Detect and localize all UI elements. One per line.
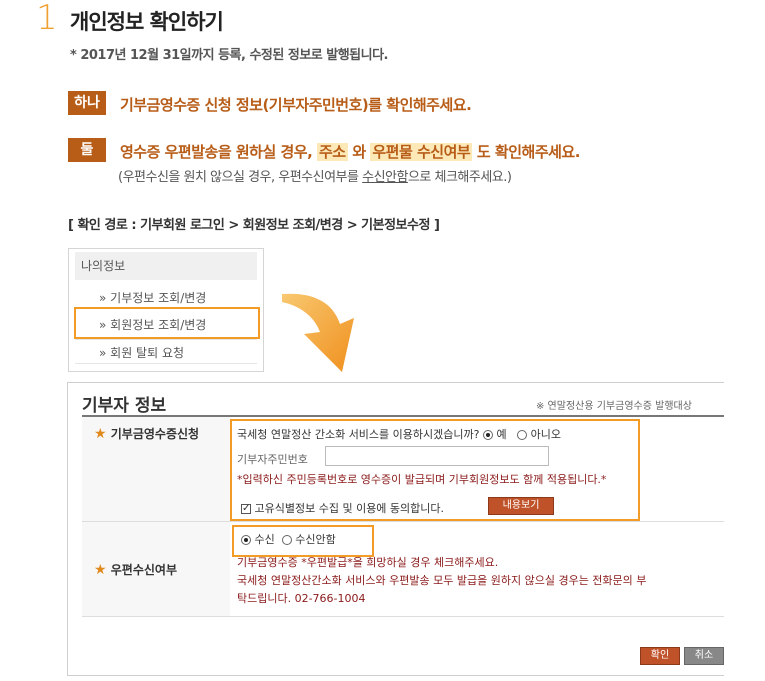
mail-info-1: 기부금영수증 *우편발급*을 희망하실 경우 체크해주세요. (237, 556, 499, 569)
radio-yes-label: 예 (496, 428, 507, 441)
menu-divider (75, 339, 257, 340)
menu-divider (75, 363, 257, 364)
menu-item-withdraw[interactable]: » 회원 탈퇴 요청 (99, 344, 184, 361)
radio-yes[interactable] (482, 430, 493, 440)
donor-info-panel: 기부자 정보 ※ 연말정산용 기부금영수증 발행대상 ★ 기부금영수증신청 국세… (67, 382, 724, 676)
badge-two: 둘 (68, 138, 106, 162)
mail-radio-row: 수신 수신안함 (241, 531, 336, 547)
mail-info-3: 탁드립니다. 02-766-1004 (237, 592, 366, 605)
row-divider (82, 616, 724, 617)
row-label-mail: ★ 우편수신여부 (94, 561, 177, 578)
step-number: 1 (36, 0, 58, 38)
cancel-button[interactable]: 취소 (684, 647, 724, 665)
consent-label: 고유식별정보 수집 및 이용에 동의합니다. (254, 502, 445, 515)
my-info-menu-head: 나의정보 (75, 252, 257, 280)
instruction-two: 영수증 우편발송을 원하실 경우, 주소 와 우편물 수신여부 도 확인해주세요… (120, 141, 580, 162)
nts-question: 국세청 연말정산 간소화 서비스를 이용하시겠습니까? 예 아니오 (237, 426, 561, 442)
confirm-path: [ 확인 경로 : 기부회원 로그인 > 회원정보 조회/변경 > 기본정보수정… (68, 218, 440, 233)
instruction-two-sub-b: 으로 체크해주세요.) (407, 170, 512, 185)
id-field-label: 기부자주민번호 (237, 453, 308, 466)
view-content-button[interactable]: 내용보기 (488, 497, 554, 515)
badge-one: 하나 (68, 91, 106, 115)
notice-text: * 2017년 12월 31일까지 등록, 수정된 정보로 발행됩니다. (70, 48, 389, 63)
radio-receive[interactable] (241, 535, 251, 545)
row-label-receipt-text: 기부금영수증신청 (110, 427, 200, 441)
required-star-icon: ★ (94, 426, 107, 442)
required-star-icon: ★ (94, 562, 107, 578)
id-number-input[interactable] (325, 446, 549, 466)
radio-no-label: 아니오 (530, 428, 561, 441)
radio-receive-label: 수신 (254, 533, 275, 546)
instruction-two-part-a: 영수증 우편발송을 원하실 경우, (120, 143, 317, 161)
highlight-address: 주소 (317, 143, 348, 161)
instruction-two-part-c: 도 확인해주세요. (472, 143, 581, 161)
panel-title: 기부자 정보 (82, 396, 167, 416)
radio-no-receive-label: 수신안함 (295, 533, 336, 546)
instruction-one: 기부금영수증 신청 정보(기부자주민번호)를 확인해주세요. (120, 96, 472, 114)
my-info-menu: 나의정보 » 기부정보 조회/변경 » 회원정보 조회/변경 » 회원 탈퇴 요… (68, 248, 264, 372)
page-title: 개인정보 확인하기 (70, 10, 224, 34)
instruction-two-sub-a: (우편수신을 원치 않으실 경우, 우편수신여부를 (118, 170, 363, 185)
highlight-mail-receipt: 우편물 수신여부 (370, 143, 473, 161)
row-label-receipt: ★ 기부금영수증신청 (94, 425, 199, 442)
consent-row: ✓ 고유식별정보 수집 및 이용에 동의합니다. (241, 500, 444, 516)
radio-no[interactable] (517, 430, 528, 440)
down-arrow-icon (282, 293, 354, 372)
row-label-mail-text: 우편수신여부 (110, 563, 177, 577)
mail-info-2: 국세청 연말정산간소화 서비스와 우편발송 모두 발급을 원하지 않으실 경우는… (237, 574, 647, 587)
menu-item-member-info[interactable]: » 회원정보 조회/변경 (99, 316, 206, 333)
instruction-two-part-b: 와 (347, 143, 371, 161)
menu-item-donation-info[interactable]: » 기부정보 조회/변경 (99, 289, 206, 306)
radio-no-receive[interactable] (281, 535, 292, 545)
confirm-button[interactable]: 확인 (640, 647, 680, 665)
panel-note: ※ 연말정산용 기부금영수증 발행대상 (536, 401, 692, 412)
consent-checkbox[interactable]: ✓ (241, 504, 251, 514)
instruction-two-sub-underline: 수신안함 (362, 170, 408, 185)
instruction-two-sub: (우편수신을 원치 않으실 경우, 우편수신여부를 수신안함으로 체크해주세요.… (118, 166, 512, 185)
nts-question-text: 국세청 연말정산 간소화 서비스를 이용하시겠습니까? (237, 428, 480, 441)
id-notice: *입력하신 주민등록번호로 영수증이 발급되며 기부회원정보도 함께 적용됩니다… (237, 473, 607, 486)
